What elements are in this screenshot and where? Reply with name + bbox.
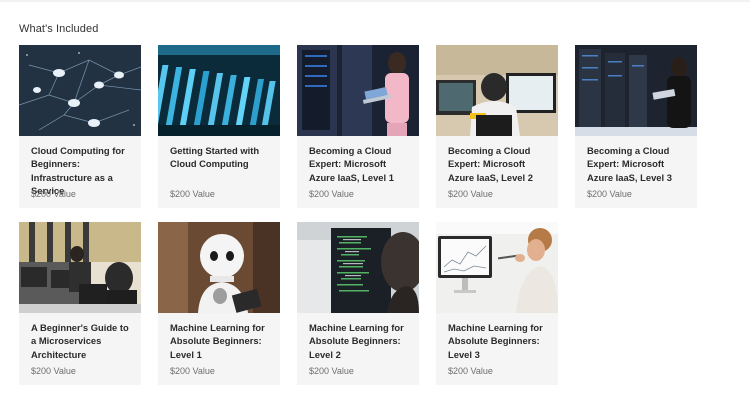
course-title[interactable]: Becoming a Cloud Expert: Microsoft Azure…: [587, 144, 691, 184]
top-divider: [0, 0, 750, 2]
course-value: $200 Value: [170, 366, 215, 376]
course-value: $200 Value: [170, 189, 215, 199]
code-screen-thumbnail[interactable]: [297, 222, 419, 313]
course-title[interactable]: Becoming a Cloud Expert: Microsoft Azure…: [448, 144, 552, 184]
scientist-monitor-thumbnail[interactable]: [436, 222, 558, 313]
course-card-getting-started-cloud[interactable]: Getting Started with Cloud Computing $20…: [158, 45, 280, 208]
course-card-cloud-iaas[interactable]: Cloud Computing for Beginners: Infrastru…: [19, 45, 141, 208]
course-value: $200 Value: [309, 189, 354, 199]
course-title[interactable]: Machine Learning for Absolute Beginners:…: [309, 321, 413, 361]
course-value: $200 Value: [587, 189, 632, 199]
course-value: $200 Value: [309, 366, 354, 376]
developer-monitors-thumbnail[interactable]: [436, 45, 558, 136]
course-card-azure-level-1[interactable]: Becoming a Cloud Expert: Microsoft Azure…: [297, 45, 419, 208]
course-title[interactable]: Machine Learning for Absolute Beginners:…: [170, 321, 274, 361]
section-title: What's Included: [19, 23, 99, 35]
course-value: $200 Value: [31, 366, 76, 376]
course-title[interactable]: Machine Learning for Absolute Beginners:…: [448, 321, 552, 361]
cloud-network-thumbnail[interactable]: [19, 45, 141, 136]
office-workstations-thumbnail[interactable]: [19, 222, 141, 313]
datacenter-laptop-thumbnail[interactable]: [297, 45, 419, 136]
course-title[interactable]: Getting Started with Cloud Computing: [170, 144, 274, 171]
course-title[interactable]: A Beginner's Guide to a Microservices Ar…: [31, 321, 135, 361]
server-cables-thumbnail[interactable]: [158, 45, 280, 136]
course-title[interactable]: Becoming a Cloud Expert: Microsoft Azure…: [309, 144, 413, 184]
course-card-ml-level-2[interactable]: Machine Learning for Absolute Beginners:…: [297, 222, 419, 385]
course-card-azure-level-3[interactable]: Becoming a Cloud Expert: Microsoft Azure…: [575, 45, 697, 208]
server-room-laptop-thumbnail[interactable]: [575, 45, 697, 136]
course-card-microservices[interactable]: A Beginner's Guide to a Microservices Ar…: [19, 222, 141, 385]
course-value: $200 Value: [448, 366, 493, 376]
course-card-ml-level-3[interactable]: Machine Learning for Absolute Beginners:…: [436, 222, 558, 385]
course-value: $200 Value: [448, 189, 493, 199]
humanoid-robot-thumbnail[interactable]: [158, 222, 280, 313]
course-card-ml-level-1[interactable]: Machine Learning for Absolute Beginners:…: [158, 222, 280, 385]
course-value: $200 Value: [31, 189, 76, 199]
course-card-azure-level-2[interactable]: Becoming a Cloud Expert: Microsoft Azure…: [436, 45, 558, 208]
